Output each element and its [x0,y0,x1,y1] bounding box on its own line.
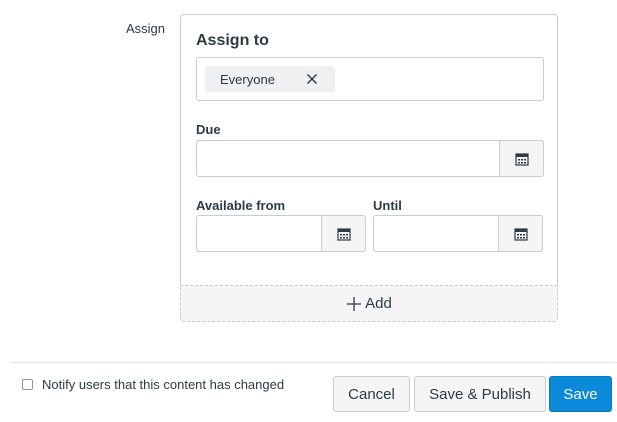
close-icon[interactable] [306,73,318,85]
until-calendar-button[interactable] [498,215,543,252]
until-field[interactable] [373,215,543,252]
save-button[interactable]: Save [549,376,612,412]
assign-section-label: Assign [126,21,166,36]
until-label: Until [373,198,402,213]
available-from-field[interactable] [196,215,366,252]
cancel-button[interactable]: Cancel [333,376,410,412]
due-label: Due [196,122,221,137]
due-calendar-button[interactable] [499,140,544,177]
due-date-field[interactable] [196,140,544,177]
notify-label: Notify users that this content has chang… [42,377,285,392]
assignee-chip: Everyone [205,66,335,92]
plus-icon [347,296,362,311]
available-from-calendar-button[interactable] [321,215,366,252]
calendar-icon [336,227,351,241]
save-publish-button[interactable]: Save & Publish [414,376,546,412]
calendar-icon [514,152,529,166]
assign-to-input[interactable]: Everyone [196,57,544,101]
add-assignment-button[interactable]: Add [180,285,558,322]
calendar-icon [513,227,528,241]
notify-option[interactable]: Notify users that this content has chang… [22,377,284,392]
add-assignment-label: Add [365,295,392,312]
assignee-chip-label: Everyone [220,72,275,87]
available-from-label: Available from [196,198,286,213]
assign-to-heading: Assign to [196,32,269,49]
footer-divider [10,362,617,363]
assign-card: Assign to Everyone Due Available from Un… [180,14,558,322]
notify-checkbox[interactable] [22,379,33,390]
